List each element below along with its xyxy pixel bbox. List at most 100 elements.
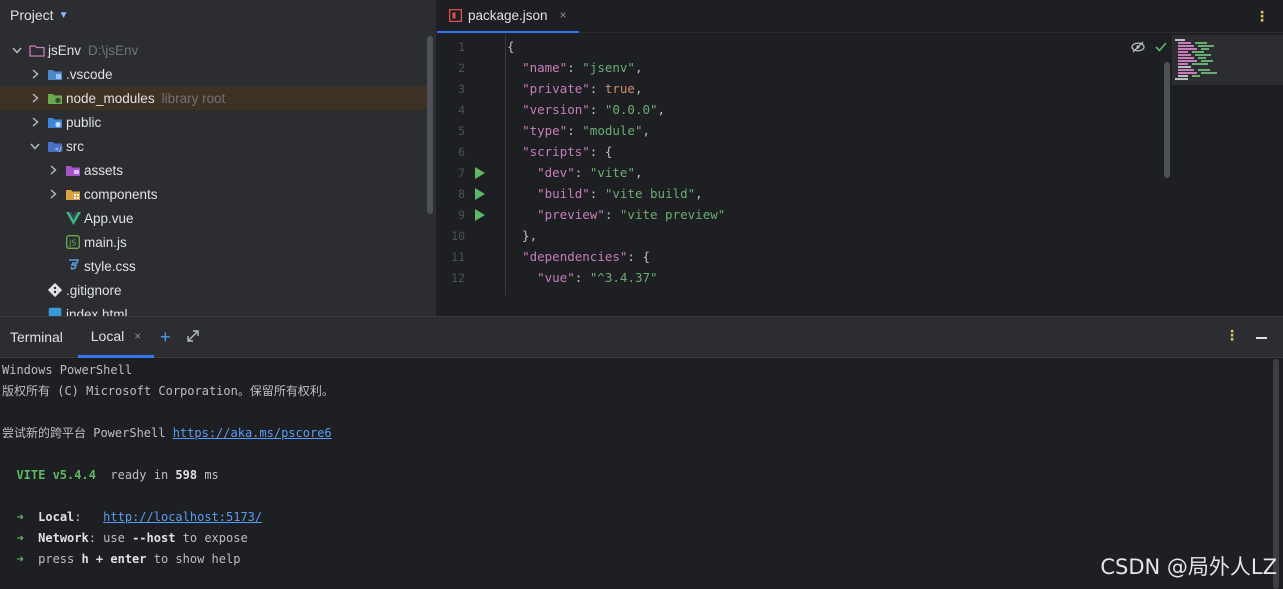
chevron-right-icon[interactable] <box>46 189 60 199</box>
tree-item-public[interactable]: public <box>0 110 432 134</box>
tree-item-label: main.js <box>84 234 127 250</box>
close-icon[interactable]: × <box>134 329 141 343</box>
chevron-right-icon[interactable] <box>28 69 42 79</box>
tree-item-jsenv[interactable]: jsEnv D:\jsEnv <box>0 38 432 62</box>
vue-file-icon <box>65 211 81 225</box>
code-token: : <box>567 60 583 75</box>
code-token: "^3.4.37" <box>589 270 658 285</box>
tree-item-src[interactable]: </>src <box>0 134 432 158</box>
add-terminal-icon[interactable]: + <box>160 327 171 348</box>
tree-item-app-vue[interactable]: App.vue <box>0 206 432 230</box>
code-text: "type": "module", <box>507 123 650 138</box>
tree-item-assets[interactable]: assets <box>0 158 432 182</box>
code-line: 7 "dev": "vite", <box>437 162 1177 183</box>
terminal-text: ready in <box>95 467 176 482</box>
terminal-link[interactable]: https://aka.ms/pscore6 <box>173 426 332 440</box>
chevron-right-icon[interactable] <box>28 93 42 103</box>
expand-icon[interactable] <box>186 329 200 346</box>
tree-item-hint: D:\jsEnv <box>88 42 139 58</box>
code-token: "type" <box>522 123 568 138</box>
code-token: : { <box>589 144 613 159</box>
code-line: 8 "build": "vite build", <box>437 183 1177 204</box>
project-folder-icon <box>29 43 45 57</box>
code-token: "vite build" <box>604 186 696 201</box>
code-token: "0.0.0" <box>604 102 658 117</box>
svg-text:</>: </> <box>55 146 63 153</box>
code-text: "scripts": { <box>507 144 612 159</box>
svg-text:JS: JS <box>68 239 76 248</box>
tree-item-node-modules[interactable]: js node_modules library root <box>0 86 432 110</box>
run-script-icon[interactable] <box>475 187 485 200</box>
minimap-line <box>1178 57 1194 59</box>
chevron-down-icon[interactable]: ▼ <box>59 10 69 21</box>
chevron-down-icon[interactable] <box>28 143 42 150</box>
terminal-header: Terminal Local × + ⋮ <box>0 317 1283 358</box>
code-minimap[interactable] <box>1172 35 1283 85</box>
minimap-line <box>1178 72 1197 74</box>
code-line: 6 "scripts": { <box>437 141 1177 162</box>
chevron-right-icon[interactable] <box>46 165 60 175</box>
tab-local-terminal[interactable]: Local × <box>78 317 154 358</box>
minimap-line <box>1175 39 1185 41</box>
more-options-icon[interactable]: ⋮ <box>1225 327 1239 344</box>
terminal-text: to show help <box>146 551 241 566</box>
chevron-right-icon[interactable] <box>28 117 42 127</box>
line-number: 12 <box>451 270 465 285</box>
run-script-icon[interactable] <box>475 208 485 221</box>
tree-item-label: src <box>66 138 84 154</box>
src-folder-icon: </> <box>47 139 63 153</box>
minimap-line <box>1178 60 1197 62</box>
tree-item-label: node_modules <box>66 90 155 106</box>
tab-package-json[interactable]: package.json × <box>437 0 579 33</box>
tree-item-gitignore[interactable]: .gitignore <box>0 278 432 302</box>
tree-item-vscode[interactable]: .vscode <box>0 62 432 86</box>
terminal-text: press <box>23 551 82 566</box>
editor-scrollbar[interactable] <box>1164 62 1170 178</box>
chevron-down-icon[interactable] <box>10 47 24 54</box>
project-panel-header[interactable]: Project ▼ <box>0 0 436 30</box>
terminal-text: 尝试新的跨平台 PowerShell <box>2 426 173 440</box>
terminal-text: ms <box>197 467 219 482</box>
tree-item-components[interactable]: components <box>0 182 432 206</box>
tree-item-index-html[interactable]: index.html <box>0 302 432 316</box>
code-token: "name" <box>522 60 568 75</box>
code-token: : <box>567 123 583 138</box>
svg-text:js: js <box>55 98 60 104</box>
inspection-widget[interactable] <box>1131 41 1167 53</box>
terminal-line: ➜ Network: use --host to expose <box>2 527 247 548</box>
terminal-text: --host <box>132 530 176 545</box>
minimize-icon[interactable] <box>1256 337 1267 339</box>
code-token: , <box>634 81 643 96</box>
tree-item-hint: library root <box>161 90 226 106</box>
minimap-line <box>1178 54 1191 56</box>
terminal-link[interactable]: http://localhost:5173/ <box>103 510 262 524</box>
minimap-line <box>1178 51 1188 53</box>
more-options-icon[interactable]: ⋮ <box>1255 8 1269 25</box>
terminal-text: ➜ <box>16 551 24 566</box>
line-number: 4 <box>458 102 465 117</box>
code-text: "build": "vite build", <box>507 186 703 201</box>
vscode-folder-icon <box>47 67 63 81</box>
minimap-line <box>1198 57 1206 59</box>
tree-item-main-js[interactable]: JS main.js <box>0 230 432 254</box>
components-folder-icon <box>65 187 81 201</box>
code-text: "version": "0.0.0", <box>507 102 665 117</box>
checkmark-icon[interactable] <box>1155 42 1167 52</box>
close-icon[interactable]: × <box>560 8 567 22</box>
project-tree-scrollbar[interactable] <box>427 36 433 214</box>
code-area[interactable]: 1{2 "name": "jsenv", 3 "private": true, 4 … <box>437 35 1177 295</box>
line-number: 11 <box>451 249 465 264</box>
minimap-line <box>1178 69 1194 71</box>
run-script-icon[interactable] <box>475 166 485 179</box>
code-token: : { <box>627 249 650 264</box>
minimap-line <box>1178 75 1188 77</box>
code-token: "scripts" <box>522 144 590 159</box>
minimap-line <box>1178 45 1194 47</box>
eye-hidden-icon[interactable] <box>1131 41 1145 53</box>
tree-item-style-css[interactable]: style.css <box>0 254 432 278</box>
